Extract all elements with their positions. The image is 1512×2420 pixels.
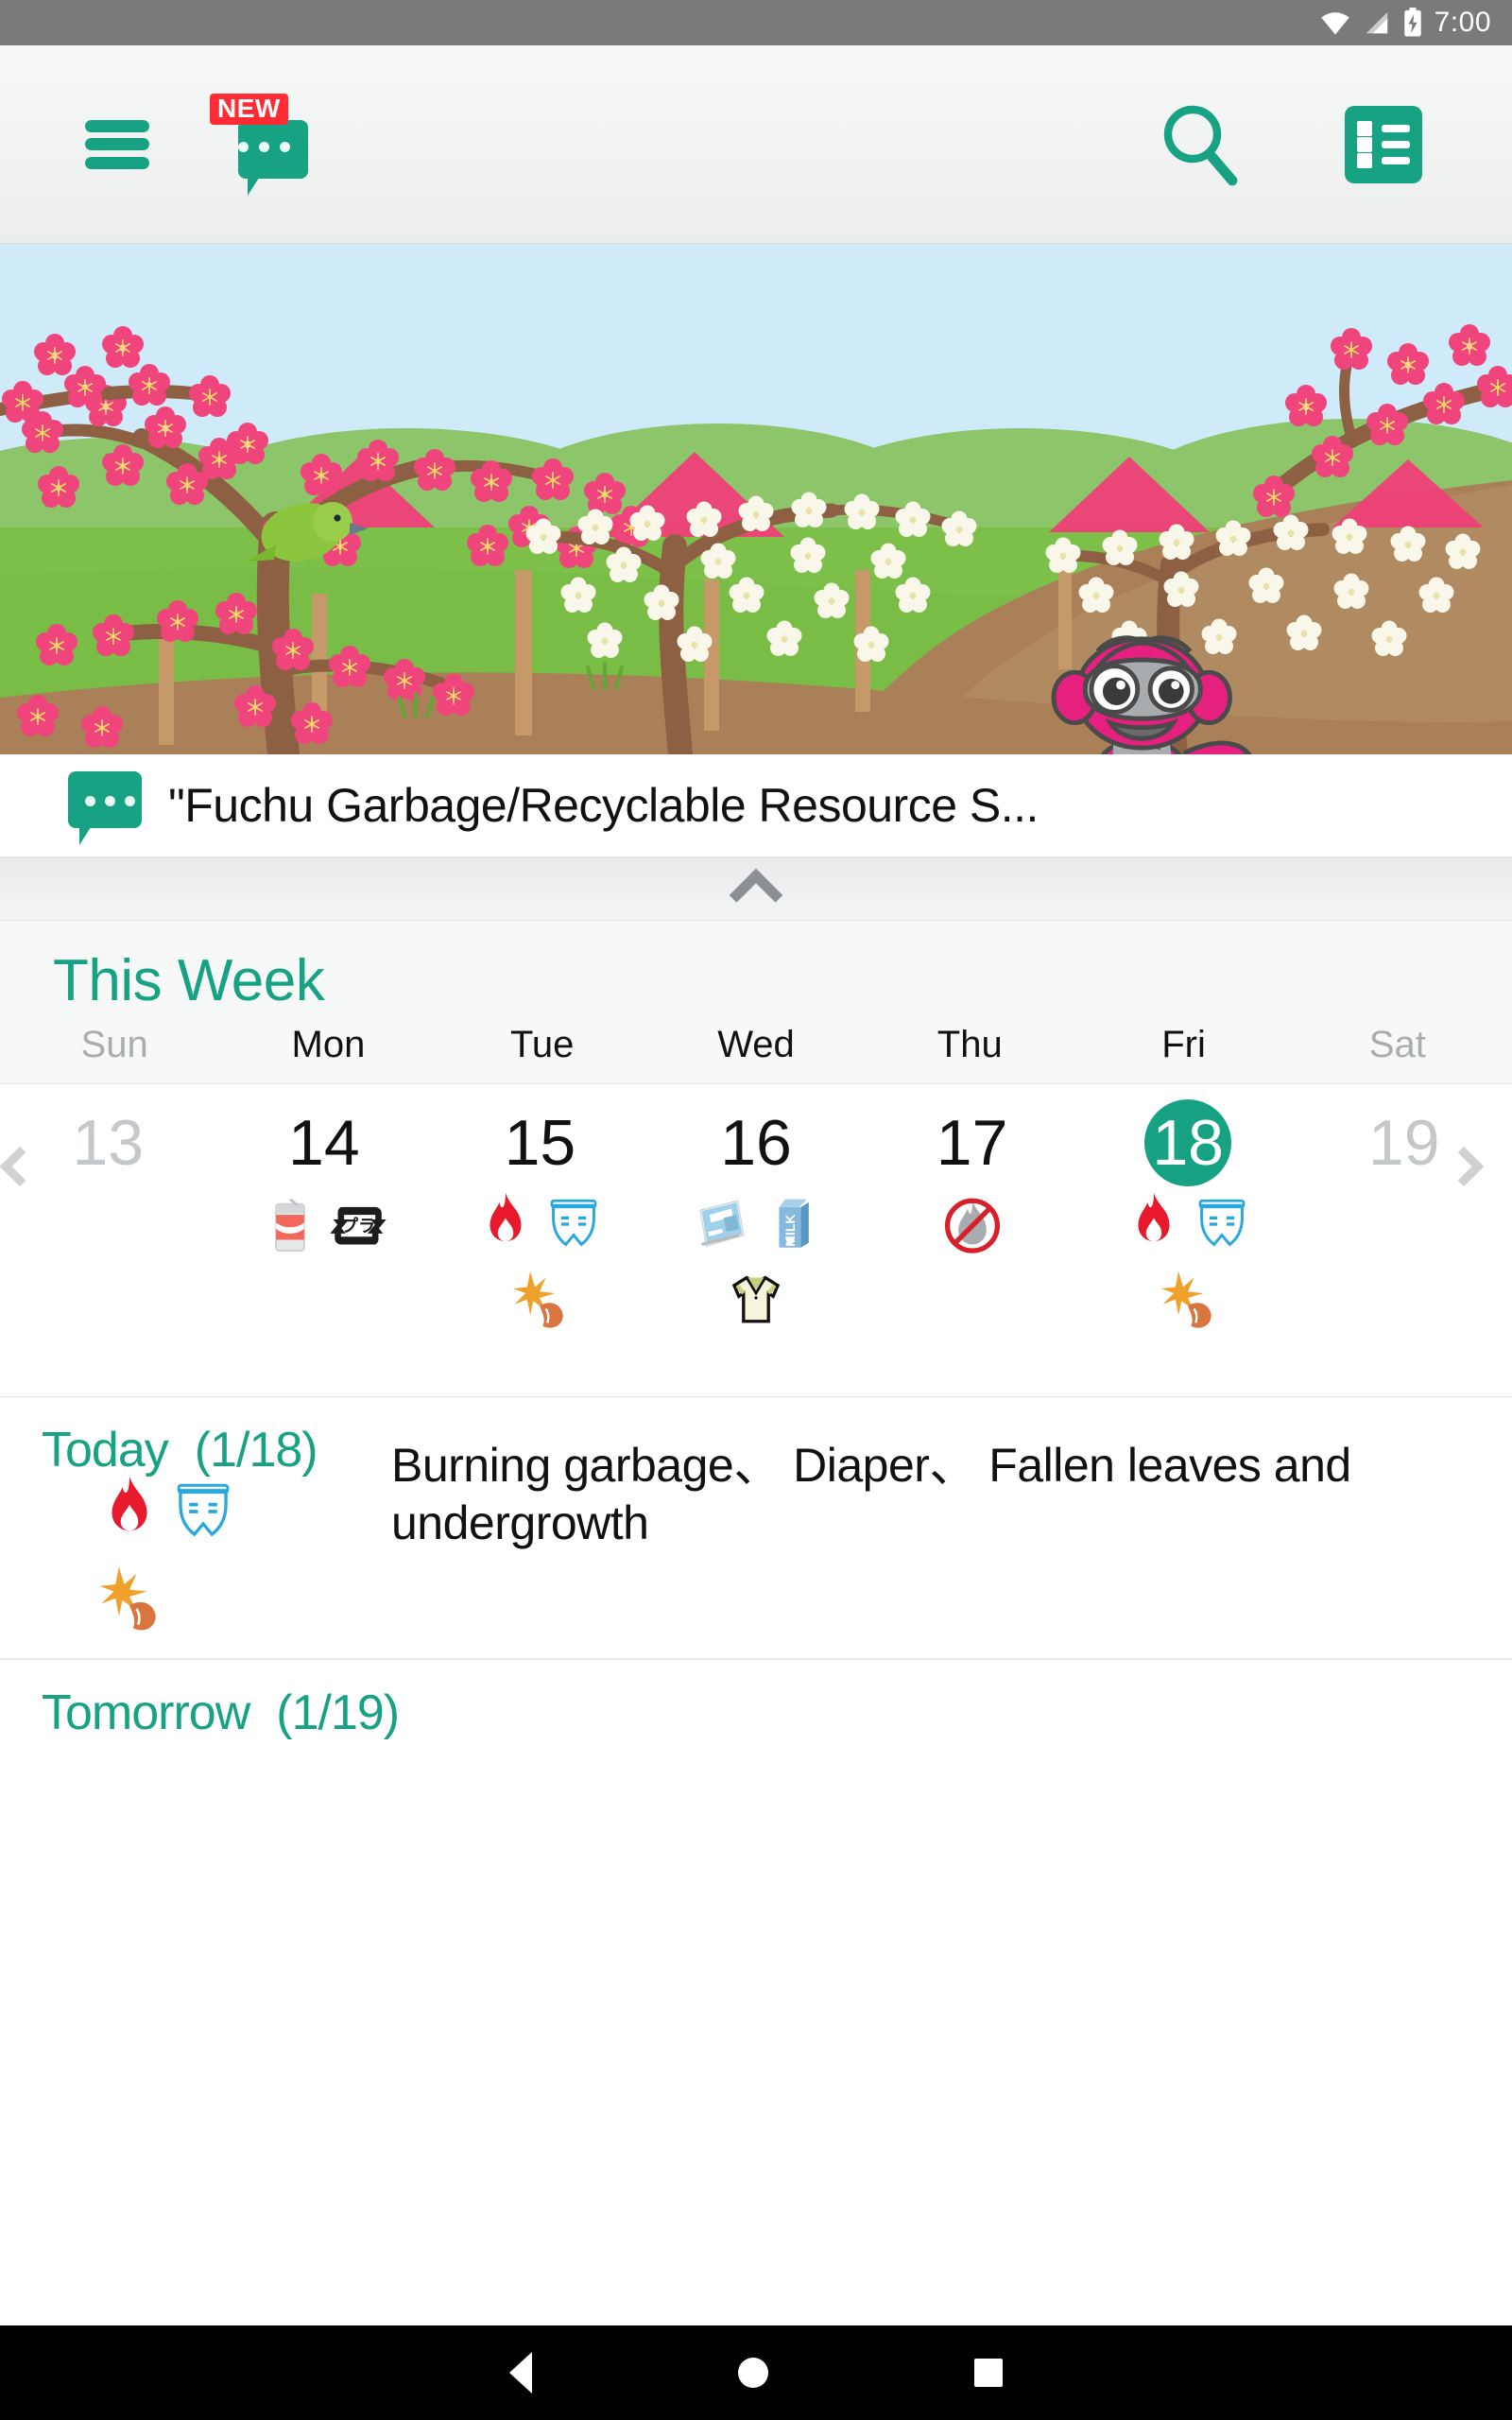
icons-line [864,1188,1080,1260]
chevron-up-icon [729,868,783,923]
flame-icon [1123,1188,1185,1260]
app-bar: NEW [0,45,1512,244]
schedule-label-column: Tomorrow (1/19) [42,1685,400,1741]
news-headline: "Fuchu Garbage/Recyclable Resource S... [168,779,1039,832]
can-icon [259,1188,321,1260]
collapse-handle[interactable] [0,856,1512,923]
week-days-band: 13 14 プラ 15 16 MILK 17 18 19 [0,1083,1512,1397]
fallen-leaves-icon [1157,1262,1219,1334]
dow-fri: Fri [1161,1024,1206,1065]
icons-line [432,1188,648,1260]
calendar-day-number: 19 [1367,1107,1440,1179]
this-week-section: This Week Sun Mon Tue Wed Thu Fri Sat [0,921,1512,1083]
news-banner[interactable]: "Fuchu Garbage/Recyclable Resource S... [0,754,1512,856]
schedule-date: (1/19) [276,1685,400,1740]
hero-illustration[interactable]: R [0,244,1512,754]
wifi-icon [1320,12,1349,35]
schedule-description-wrap [391,1685,1512,1741]
calendar-day-14[interactable]: 14 プラ [216,1099,433,1260]
fallen-leaves-icon [508,1262,571,1334]
chat-bubble-dots [238,141,290,152]
schedule-list: Today (1/18) Burning garbage、 Diaper、 Fall… [0,1397,1512,1762]
milk-carton-icon: MILK [759,1188,821,1260]
schedule-date: (1/18) [194,1423,318,1478]
diaper-icon [1191,1188,1253,1260]
calendar-day-17[interactable]: 17 [864,1099,1080,1260]
calendar-day-15[interactable]: 15 [432,1099,648,1334]
list-view-icon[interactable] [1345,105,1422,183]
dow-mon: Mon [291,1024,366,1065]
icons-line: MILK [648,1188,865,1260]
diaper-icon [542,1188,605,1260]
schedule-description: Burning garbage、 Diaper、 Fallen leaves a… [391,1439,1351,1549]
icons-line: プラ [216,1188,433,1260]
diaper-icon [168,1471,238,1552]
system-nav-bar [0,2325,1512,2420]
calendar-day-18[interactable]: 18 [1080,1099,1297,1334]
recents-square-icon[interactable] [974,2359,1003,2387]
icons-line [1080,1262,1297,1334]
home-circle-icon[interactable] [738,2358,768,2388]
schedule-day-label: Today [42,1423,169,1478]
new-badge: NEW [210,93,288,125]
chat-bubble-icon [68,771,144,845]
dow-thu: Thu [936,1024,1003,1065]
icons-line [648,1262,865,1334]
dow-sun: Sun [80,1024,148,1065]
dow-tue: Tue [509,1024,575,1065]
calendar-day-icons [1080,1188,1297,1334]
schedule-row[interactable]: Today (1/18) Burning garbage、 Diaper、 Fall… [0,1397,1512,1658]
day-of-week-header: Sun Mon Tue Wed Thu Fri Sat [0,1024,1512,1083]
calendar-day-number-today: 18 [1144,1099,1232,1186]
flame-icon [474,1188,537,1260]
magazine-icon [691,1188,753,1260]
schedule-day-label: Tomorrow [42,1685,250,1740]
calendar-day-number: 13 [72,1107,145,1179]
calendar-day-number: 17 [936,1107,1008,1179]
week-days-row: 13 14 プラ 15 16 MILK 17 18 19 [0,1084,1512,1396]
bottom-spacer [0,1762,1512,1913]
clothing-icon [725,1262,787,1334]
app-bar-left-group: NEW [0,93,308,196]
schedule-label: Tomorrow (1/19) [42,1685,400,1741]
status-bar: 7:00 [0,0,1512,45]
calendar-day-icons: MILK [648,1188,865,1334]
app-root: 7:00 NEW "Fuchu Garbage/Recyclable Resou… [0,0,1512,2420]
icons-line [432,1262,648,1334]
plastic-recycle-icon: プラ [327,1188,389,1260]
schedule-label-column: Today (1/18) [42,1422,391,1637]
schedule-icons [42,1471,278,1637]
calendar-day-number: 14 [288,1107,360,1179]
search-icon[interactable] [1155,99,1246,190]
calendar-day-16[interactable]: 16 MILK [648,1099,865,1334]
calendar-day-icons: プラ [216,1188,433,1260]
chevron-left-icon[interactable] [0,1146,62,1209]
plum-orchard-scene: R [0,244,1512,754]
svg-text:プラ: プラ [341,1216,375,1236]
chat-bubble-icon[interactable]: NEW [210,93,308,196]
schedule-label: Today (1/18) [42,1422,391,1478]
hamburger-menu-icon[interactable] [85,119,149,169]
chevron-right-icon[interactable] [1443,1146,1506,1209]
dow-wed: Wed [717,1024,795,1065]
cellular-signal-icon [1366,11,1387,34]
week-title: This Week [53,948,325,1013]
calendar-day-icons [864,1188,1080,1260]
schedule-description-wrap: Burning garbage、 Diaper、 Fallen leaves a… [391,1422,1512,1637]
battery-charging-icon [1403,8,1421,37]
dow-sat: Sat [1368,1024,1426,1065]
calendar-day-number: 15 [504,1107,576,1179]
schedule-row[interactable]: Tomorrow (1/19) [0,1658,1512,1762]
app-bar-right-group [1155,99,1512,190]
back-triangle-icon[interactable] [509,2352,532,2394]
flame-icon [94,1471,164,1552]
fallen-leaves-icon [94,1556,164,1637]
status-bar-clock: 7:00 [1434,7,1491,38]
calendar-day-icons [432,1188,648,1334]
no-burning-icon [941,1188,1004,1260]
icons-line [1080,1188,1297,1260]
calendar-day-number: 16 [720,1107,792,1179]
